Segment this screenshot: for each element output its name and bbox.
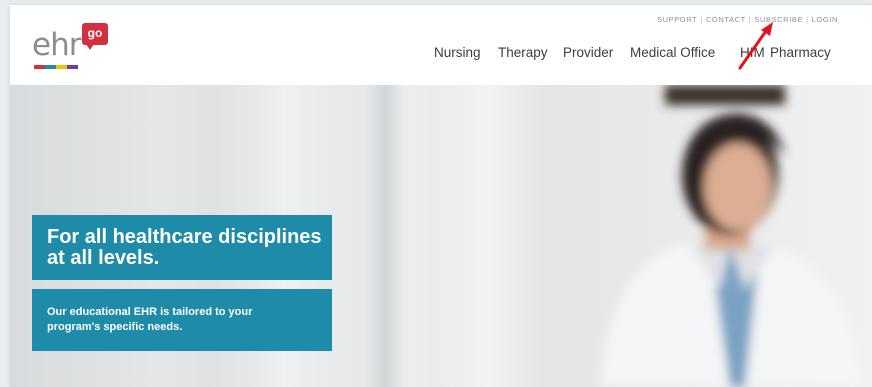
login-link[interactable]: LOGIN	[812, 15, 838, 24]
hero-doctor-image	[600, 85, 862, 387]
logo-bar-blue	[45, 65, 56, 69]
support-link[interactable]: SUPPORT	[657, 15, 697, 24]
red-arrow-annotation	[738, 22, 773, 70]
nav-item-provider[interactable]: Provider	[563, 45, 613, 60]
util-separator: |	[806, 15, 809, 24]
nav-item-nursing[interactable]: Nursing	[434, 45, 481, 60]
logo-bar-yellow	[56, 65, 67, 69]
hero-subtext: Our educational EHR is tailored to your …	[47, 306, 253, 333]
browser-page: ehr go SUPPORT | CONTACT | SUBSCRIBE | LOGIN N…	[10, 5, 872, 387]
logo-color-bar	[34, 65, 78, 69]
logo-wordmark: ehr	[32, 27, 81, 63]
headline-box: For all healthcare disciplines at all le…	[32, 215, 332, 280]
logo-badge: go	[82, 23, 108, 50]
hero-banner: For all healthcare disciplines at all le…	[10, 85, 872, 387]
ehrgo-logo[interactable]: ehr go	[32, 23, 122, 73]
util-separator: |	[700, 15, 703, 24]
nav-item-pharmacy[interactable]: Pharmacy	[770, 45, 831, 60]
hero-headline: For all healthcare disciplines at all le…	[47, 226, 322, 269]
hero-background-window	[430, 85, 550, 387]
nav-item-therapy[interactable]: Therapy	[498, 45, 548, 60]
logo-bar-purple	[67, 65, 78, 69]
logo-bar-red	[34, 65, 45, 69]
hero-background-pillar	[365, 85, 405, 387]
nav-item-medical-office[interactable]: Medical Office	[630, 45, 715, 60]
subtext-box: Our educational EHR is tailored to your …	[32, 289, 332, 351]
